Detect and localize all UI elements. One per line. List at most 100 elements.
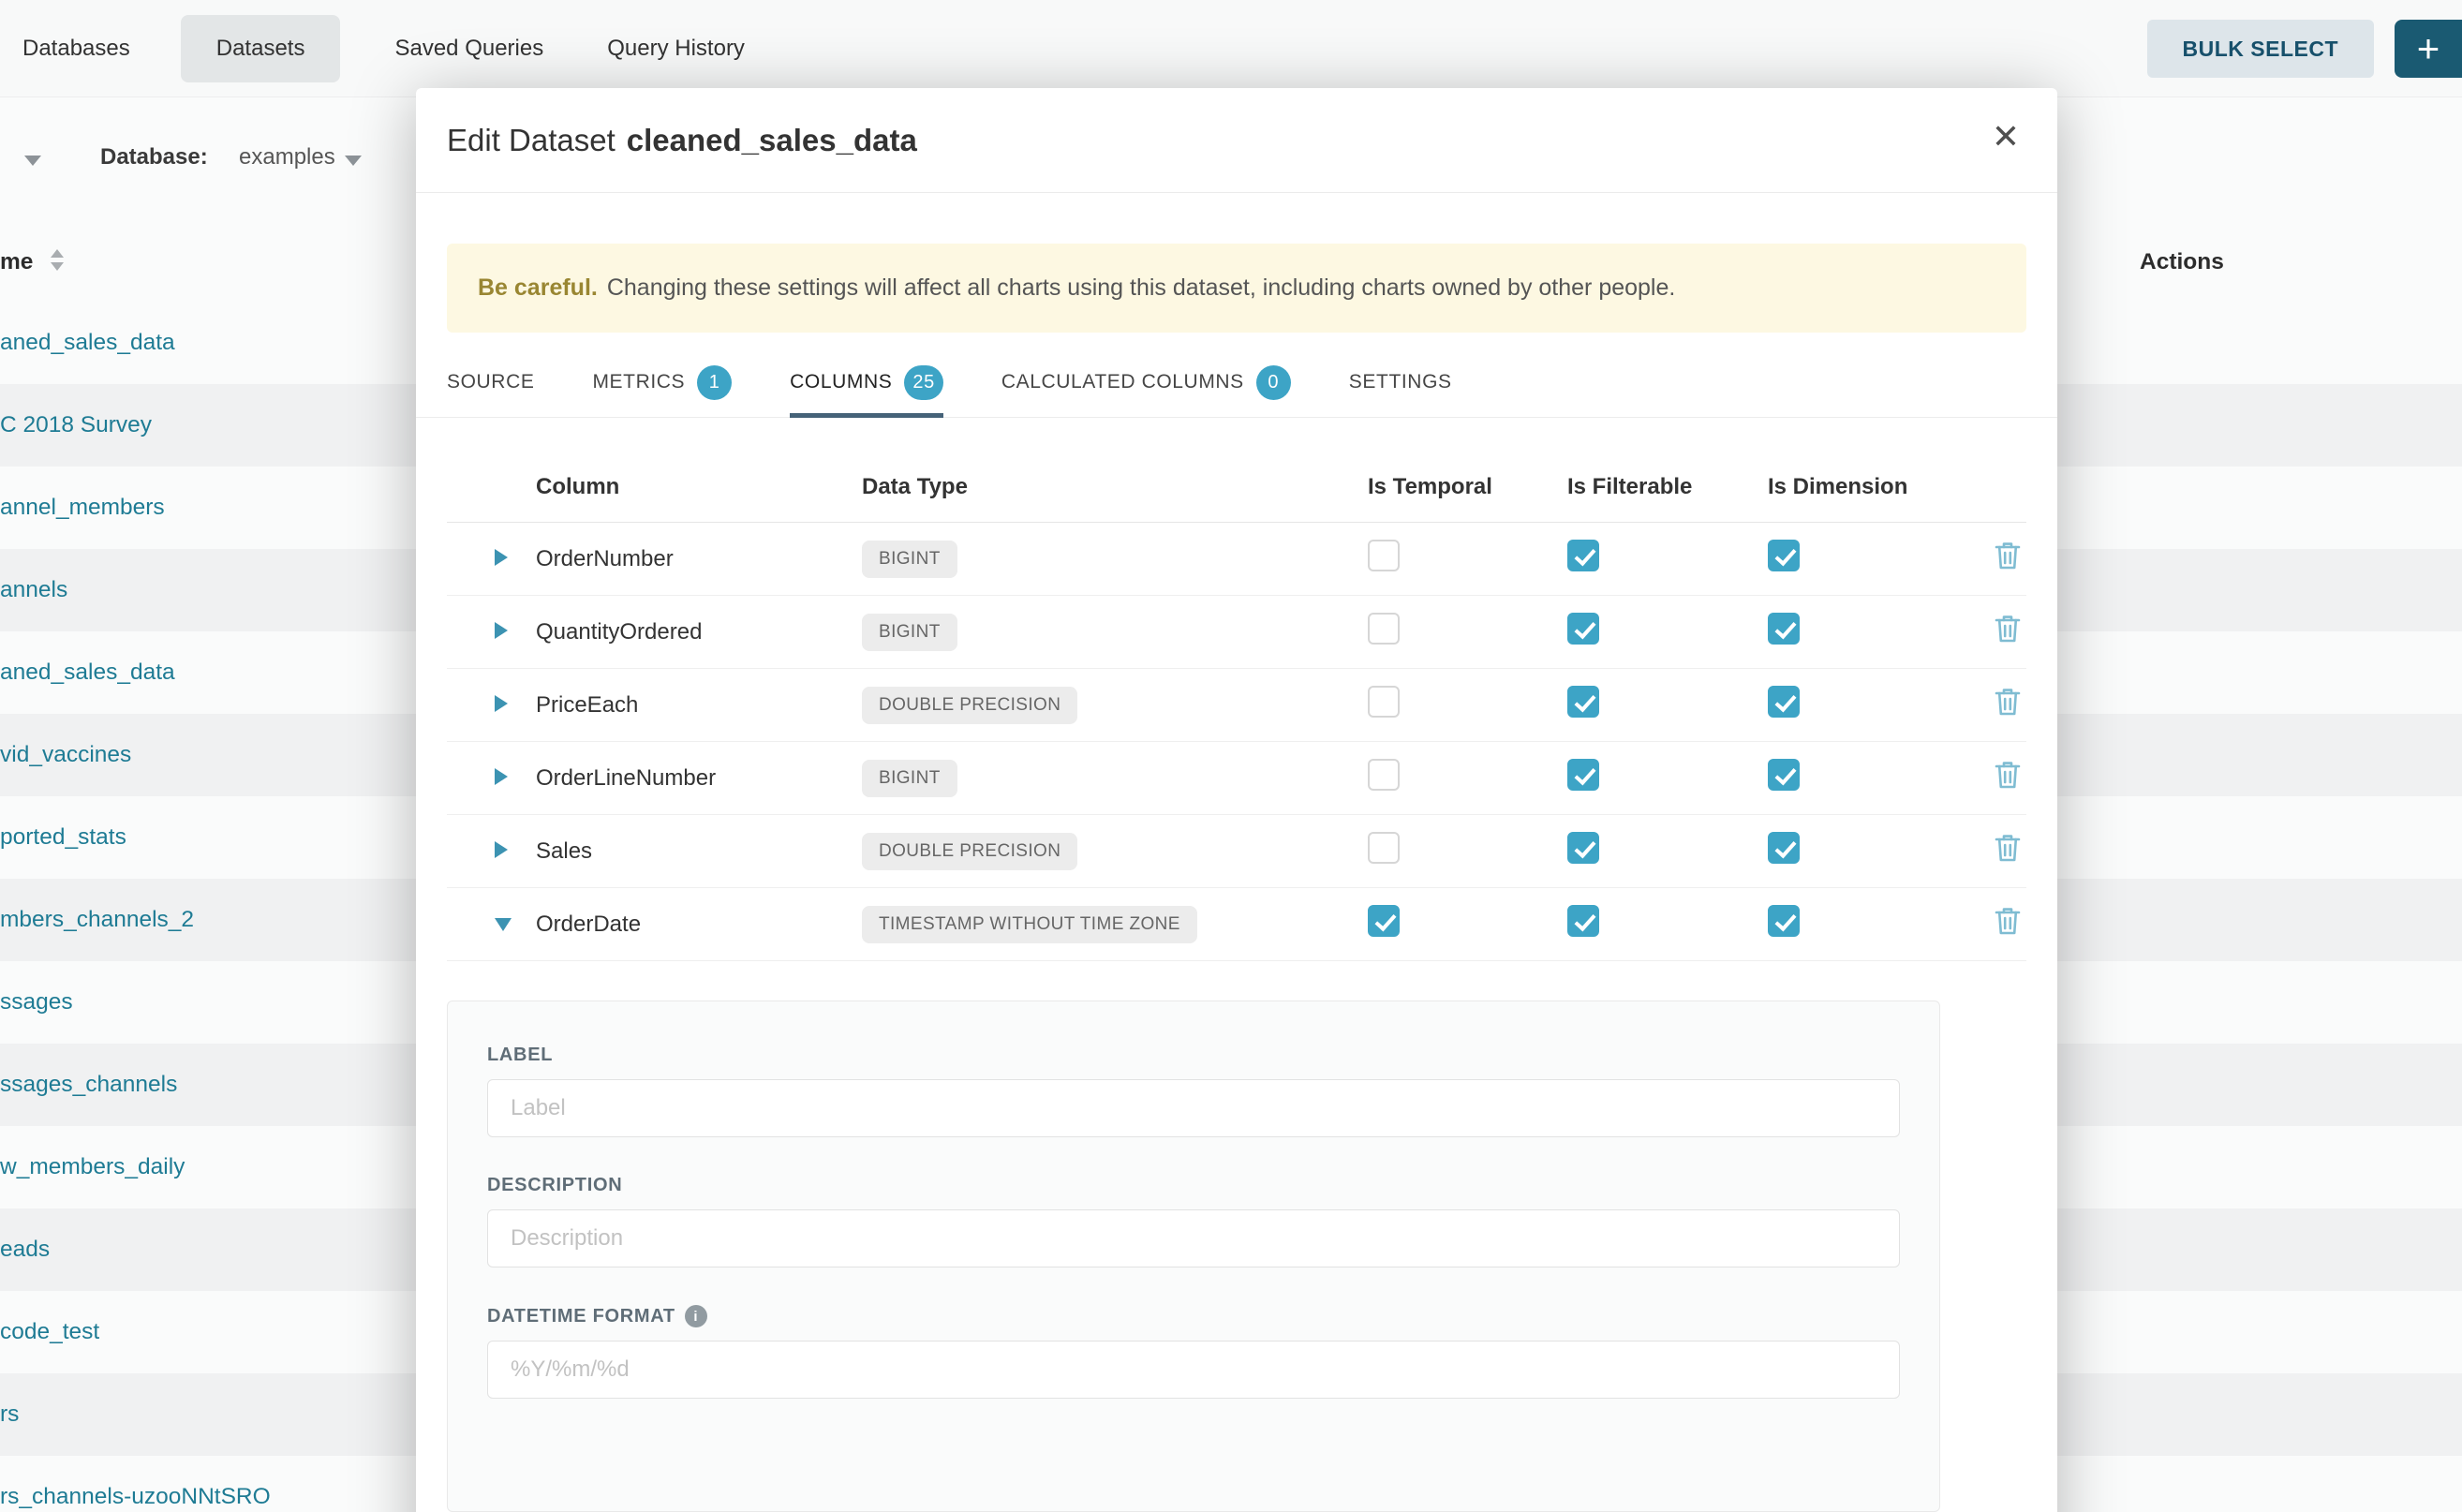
calculated-columns-count-badge: 0	[1256, 365, 1291, 400]
top-nav: Databases Datasets Saved Queries Query H…	[0, 0, 2462, 97]
dataset-link[interactable]: mbers_channels_2	[0, 907, 194, 933]
is-dimension-checkbox[interactable]	[1768, 686, 1800, 718]
column-row: OrderNumber BIGINT	[447, 523, 2026, 596]
dataset-link[interactable]: aned_sales_data	[0, 660, 175, 686]
tab-calculated-columns[interactable]: CALCULATED COLUMNS 0	[1001, 351, 1291, 418]
column-name: Sales	[536, 838, 862, 865]
header-data-type: Data Type	[862, 474, 1368, 500]
modal-tabs: SOURCE METRICS 1 COLUMNS 25 CALCULATED C…	[416, 351, 2057, 418]
name-column-header[interactable]: me	[0, 249, 33, 275]
tab-columns[interactable]: COLUMNS 25	[790, 351, 943, 418]
dataset-link[interactable]: vid_vaccines	[0, 742, 131, 768]
description-field-label: DESCRIPTION	[487, 1175, 1900, 1196]
delete-column-icon[interactable]	[1995, 687, 2021, 717]
tab-label: CALCULATED COLUMNS	[1001, 371, 1244, 393]
label-input[interactable]	[487, 1079, 1900, 1137]
tab-label: METRICS	[592, 371, 685, 393]
datetime-format-input[interactable]	[487, 1341, 1900, 1399]
delete-column-icon[interactable]	[1995, 614, 2021, 644]
column-name: OrderNumber	[536, 546, 862, 572]
tab-source[interactable]: SOURCE	[447, 351, 534, 418]
dataset-link[interactable]: ssages_channels	[0, 1072, 177, 1098]
data-type-pill: BIGINT	[862, 541, 957, 578]
column-name: OrderDate	[536, 912, 862, 938]
is-dimension-checkbox[interactable]	[1768, 540, 1800, 571]
column-detail-panel: LABEL DESCRIPTION DATETIME FORMAT i	[447, 1001, 1940, 1512]
chevron-down-icon[interactable]	[24, 156, 41, 166]
data-type-pill: DOUBLE PRECISION	[862, 833, 1077, 870]
tab-metrics[interactable]: METRICS 1	[592, 351, 732, 418]
sort-icon[interactable]	[51, 249, 64, 271]
dataset-link[interactable]: code_test	[0, 1319, 99, 1345]
dataset-link[interactable]: annels	[0, 577, 67, 603]
chevron-down-icon[interactable]	[345, 156, 362, 166]
columns-table: Column Data Type Is Temporal Is Filterab…	[447, 452, 2026, 961]
dataset-link[interactable]: rs	[0, 1401, 19, 1428]
is-dimension-checkbox[interactable]	[1768, 832, 1800, 864]
is-dimension-checkbox[interactable]	[1768, 905, 1800, 937]
tab-label: COLUMNS	[790, 371, 892, 393]
delete-column-icon[interactable]	[1995, 906, 2021, 936]
expand-caret-icon[interactable]	[495, 768, 508, 785]
datetime-format-field-label: DATETIME FORMAT i	[487, 1305, 1900, 1327]
is-temporal-checkbox[interactable]	[1368, 832, 1400, 864]
data-type-pill: BIGINT	[862, 760, 957, 797]
expand-caret-icon[interactable]	[495, 841, 508, 858]
is-dimension-checkbox[interactable]	[1768, 613, 1800, 645]
header-column: Column	[536, 474, 862, 500]
delete-column-icon[interactable]	[1995, 541, 2021, 571]
is-temporal-checkbox[interactable]	[1368, 759, 1400, 791]
header-is-filterable: Is Filterable	[1567, 474, 1768, 500]
delete-column-icon[interactable]	[1995, 760, 2021, 790]
is-filterable-checkbox[interactable]	[1567, 540, 1599, 571]
columns-table-header: Column Data Type Is Temporal Is Filterab…	[447, 452, 2026, 523]
nav-item-saved-queries[interactable]: Saved Queries	[393, 15, 545, 82]
is-temporal-checkbox[interactable]	[1368, 540, 1400, 571]
column-row: Sales DOUBLE PRECISION	[447, 815, 2026, 888]
edit-dataset-modal: Edit Datasetcleaned_sales_data ✕ Be care…	[416, 88, 2057, 1512]
is-filterable-checkbox[interactable]	[1567, 686, 1599, 718]
is-temporal-checkbox[interactable]	[1368, 686, 1400, 718]
expand-caret-icon[interactable]	[495, 622, 508, 639]
close-icon[interactable]: ✕	[1992, 120, 2020, 154]
tab-label: SETTINGS	[1349, 371, 1452, 393]
dataset-link[interactable]: C 2018 Survey	[0, 412, 152, 438]
expand-caret-icon[interactable]	[495, 695, 508, 712]
header-is-temporal: Is Temporal	[1368, 474, 1567, 500]
data-type-pill: DOUBLE PRECISION	[862, 687, 1077, 724]
database-filter-label: Database:	[100, 144, 208, 170]
nav-item-datasets[interactable]: Datasets	[181, 15, 341, 82]
column-row: OrderLineNumber BIGINT	[447, 742, 2026, 815]
dataset-link[interactable]: annel_members	[0, 495, 165, 521]
dataset-link[interactable]: aned_sales_data	[0, 330, 175, 356]
is-temporal-checkbox[interactable]	[1368, 613, 1400, 645]
info-icon[interactable]: i	[685, 1305, 707, 1327]
is-filterable-checkbox[interactable]	[1567, 905, 1599, 937]
tab-settings[interactable]: SETTINGS	[1349, 351, 1452, 418]
is-filterable-checkbox[interactable]	[1567, 613, 1599, 645]
metrics-count-badge: 1	[697, 365, 732, 400]
header-is-dimension: Is Dimension	[1768, 474, 1995, 500]
dataset-link[interactable]: ported_stats	[0, 824, 126, 851]
expand-caret-icon[interactable]	[495, 549, 508, 566]
dataset-link[interactable]: eads	[0, 1237, 50, 1263]
delete-column-icon[interactable]	[1995, 833, 2021, 863]
is-filterable-checkbox[interactable]	[1567, 759, 1599, 791]
collapse-caret-icon[interactable]	[495, 918, 512, 931]
database-filter-value[interactable]: examples	[239, 144, 335, 170]
is-temporal-checkbox[interactable]	[1368, 905, 1400, 937]
nav-item-databases[interactable]: Databases	[21, 15, 132, 82]
add-dataset-button[interactable]: +	[2395, 20, 2462, 78]
warning-banner-emphasis: Be careful.	[478, 274, 598, 302]
is-filterable-checkbox[interactable]	[1567, 832, 1599, 864]
dataset-link[interactable]: rs_channels-uzooNNtSRO	[0, 1484, 271, 1510]
tab-label: SOURCE	[447, 371, 534, 393]
dataset-link[interactable]: ssages	[0, 989, 73, 1015]
description-input[interactable]	[487, 1209, 1900, 1267]
modal-title-dataset-name: cleaned_sales_data	[627, 123, 917, 157]
columns-count-badge: 25	[904, 365, 942, 400]
bulk-select-button[interactable]: BULK SELECT	[2147, 20, 2375, 78]
is-dimension-checkbox[interactable]	[1768, 759, 1800, 791]
nav-item-query-history[interactable]: Query History	[605, 15, 747, 82]
dataset-link[interactable]: w_members_daily	[0, 1154, 185, 1180]
